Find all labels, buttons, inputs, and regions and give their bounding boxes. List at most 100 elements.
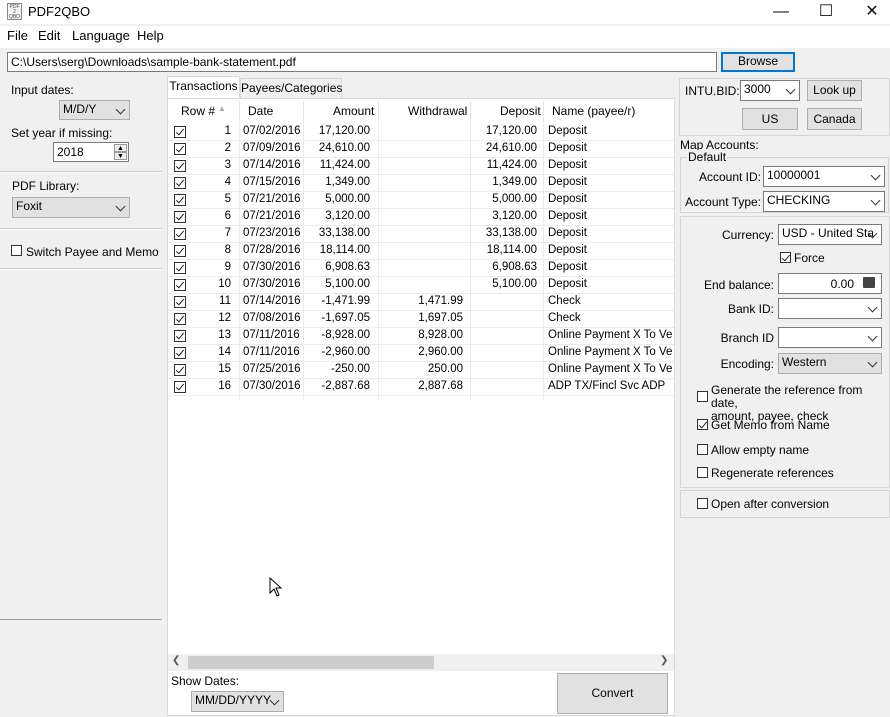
table-row[interactable]: 7 07/23/2016 33,138.00 33,138.00 Deposit	[168, 226, 674, 243]
table-row[interactable]: 11 07/14/2016 -1,471.99 1,471.99 Check	[168, 294, 674, 311]
show-dates-select[interactable]: MM/DD/YYYY	[191, 691, 284, 712]
row-include-checkbox[interactable]	[174, 126, 186, 138]
menu-language[interactable]: Language	[72, 28, 130, 43]
force-checkbox[interactable]	[780, 252, 791, 263]
row-include-checkbox[interactable]	[174, 313, 186, 325]
table-row[interactable]: 1 07/02/2016 17,120.00 17,120.00 Deposit	[168, 124, 674, 141]
menu-edit[interactable]: Edit	[38, 28, 60, 43]
row-include-checkbox[interactable]	[174, 228, 186, 240]
row-include-checkbox[interactable]	[174, 177, 186, 189]
branch-id-select[interactable]	[778, 327, 882, 348]
account-type-select[interactable]: CHECKING	[763, 191, 885, 212]
row-number-cell: 14	[218, 346, 231, 358]
row-include-checkbox[interactable]	[174, 245, 186, 257]
column-header-row-number[interactable]: Row #	[181, 104, 215, 121]
browse-button[interactable]: Browse	[721, 52, 795, 72]
table-row[interactable]: 5 07/21/2016 5,000.00 5,000.00 Deposit	[168, 192, 674, 209]
generate-reference-checkbox[interactable]	[697, 391, 708, 402]
branch-id-label: Branch ID	[720, 331, 774, 345]
column-divider[interactable]	[239, 101, 240, 123]
file-path-input[interactable]: C:\Users\serg\Downloads\sample-bank-stat…	[7, 52, 717, 72]
pdf-library-select[interactable]: Foxit	[12, 197, 130, 218]
date-cell: 07/30/2016	[243, 380, 301, 392]
table-row[interactable]: 8 07/28/2016 18,114.00 18,114.00 Deposit	[168, 243, 674, 260]
row-include-checkbox[interactable]	[174, 143, 186, 155]
table-row[interactable]: 15 07/25/2016 -250.00 250.00 Online Payment …	[168, 362, 674, 379]
column-divider[interactable]	[378, 101, 379, 123]
account-id-select[interactable]: 10000001	[763, 166, 885, 187]
tab-payees-categories[interactable]: Payees/Categories	[240, 78, 342, 98]
encoding-select[interactable]: Western	[778, 353, 882, 374]
convert-button[interactable]: Convert	[557, 673, 668, 714]
menu-help[interactable]: Help	[137, 28, 164, 43]
table-row[interactable]: 12 07/08/2016 -1,697.05 1,697.05 Check	[168, 311, 674, 328]
show-dates-value: MM/DD/YYYY	[195, 693, 272, 707]
row-include-checkbox[interactable]	[174, 296, 186, 308]
lookup-button[interactable]: Look up	[807, 80, 862, 101]
table-row[interactable]: 9 07/30/2016 6,908.63 6,908.63 Deposit	[168, 260, 674, 277]
withdrawal-cell: 8,928.00	[418, 329, 463, 341]
currency-select[interactable]: USD - United Sta	[778, 224, 882, 245]
us-button[interactable]: US	[742, 108, 798, 130]
memo-from-name-checkbox[interactable]	[697, 419, 708, 430]
spin-up-icon[interactable]: ▲	[114, 144, 127, 152]
column-header-withdrawal[interactable]: Withdrawal	[408, 104, 467, 121]
input-dates-select[interactable]: M/D/Y	[59, 100, 130, 120]
year-spinner[interactable]: 2018 ▲ ▼	[53, 142, 129, 162]
amount-cell: 6,908.63	[325, 261, 370, 273]
bank-id-label: Bank ID:	[727, 302, 774, 316]
row-include-checkbox[interactable]	[174, 262, 186, 274]
deposit-cell: 17,120.00	[485, 125, 537, 137]
withdrawal-cell: 2,887.68	[418, 380, 463, 392]
column-gridline	[543, 124, 544, 400]
allow-empty-name-checkbox[interactable]	[697, 444, 708, 455]
row-include-checkbox[interactable]	[174, 194, 186, 206]
table-row[interactable]: 2 07/09/2016 24,610.00 24,610.00 Deposit	[168, 141, 674, 158]
bank-id-select[interactable]	[778, 298, 882, 319]
row-include-checkbox[interactable]	[174, 330, 186, 342]
open-after-conversion-checkbox[interactable]	[697, 498, 708, 509]
year-value: 2018	[57, 145, 84, 159]
table-row[interactable]: 3 07/14/2016 11,424.00 11,424.00 Deposit	[168, 158, 674, 175]
row-include-checkbox[interactable]	[174, 347, 186, 359]
close-button[interactable]: ✕	[849, 0, 890, 24]
maximize-button[interactable]: ☐	[803, 0, 849, 24]
row-include-checkbox[interactable]	[174, 211, 186, 223]
table-row[interactable]: 10 07/30/2016 5,100.00 5,100.00 Deposit	[168, 277, 674, 294]
scroll-right-icon[interactable]: ❯	[660, 655, 668, 666]
column-header-deposit[interactable]: Deposit	[500, 104, 541, 121]
row-include-checkbox[interactable]	[174, 279, 186, 291]
table-row[interactable]: 14 07/11/2016 -2,960.00 2,960.00 Online Paym…	[168, 345, 674, 362]
column-divider[interactable]	[543, 101, 544, 123]
end-balance-input[interactable]: 0.00	[778, 273, 882, 294]
intu-bid-select[interactable]: 3000	[740, 80, 800, 101]
row-include-checkbox[interactable]	[174, 160, 186, 172]
scroll-left-icon[interactable]: ❮	[172, 655, 180, 666]
force-label: Force	[794, 251, 825, 265]
scrollbar-thumb[interactable]	[188, 656, 434, 669]
column-header-name[interactable]: Name (payee/r)	[552, 104, 635, 121]
table-row[interactable]: 6 07/21/2016 3,120.00 3,120.00 Deposit	[168, 209, 674, 226]
column-divider[interactable]	[470, 101, 471, 123]
table-row[interactable]: 13 07/11/2016 -8,928.00 8,928.00 Online Paym…	[168, 328, 674, 345]
row-include-checkbox[interactable]	[174, 364, 186, 376]
spin-down-icon[interactable]: ▼	[114, 152, 127, 160]
tab-transactions[interactable]: Transactions	[167, 76, 240, 99]
column-header-amount[interactable]: Amount	[333, 104, 374, 121]
switch-payee-checkbox[interactable]	[11, 245, 22, 256]
date-cell: 07/28/2016	[243, 244, 301, 256]
regenerate-references-checkbox[interactable]	[697, 467, 708, 478]
minimize-button[interactable]: —	[758, 0, 804, 24]
amount-cell: -1,471.99	[321, 295, 370, 307]
canada-button[interactable]: Canada	[807, 108, 862, 130]
column-divider[interactable]	[303, 101, 304, 123]
name-cell: Check	[548, 295, 581, 307]
column-header-date[interactable]: Date	[248, 104, 273, 121]
menu-file[interactable]: File	[7, 28, 28, 43]
table-row[interactable]: 4 07/15/2016 1,349.00 1,349.00 Deposit	[168, 175, 674, 192]
date-cell: 07/21/2016	[243, 193, 301, 205]
row-include-checkbox[interactable]	[174, 381, 186, 393]
table-row[interactable]: 16 07/30/2016 -2,887.68 2,887.68 ADP TX/Finc…	[168, 379, 674, 396]
chevron-down-icon	[867, 302, 878, 313]
calculator-icon[interactable]	[863, 277, 875, 288]
